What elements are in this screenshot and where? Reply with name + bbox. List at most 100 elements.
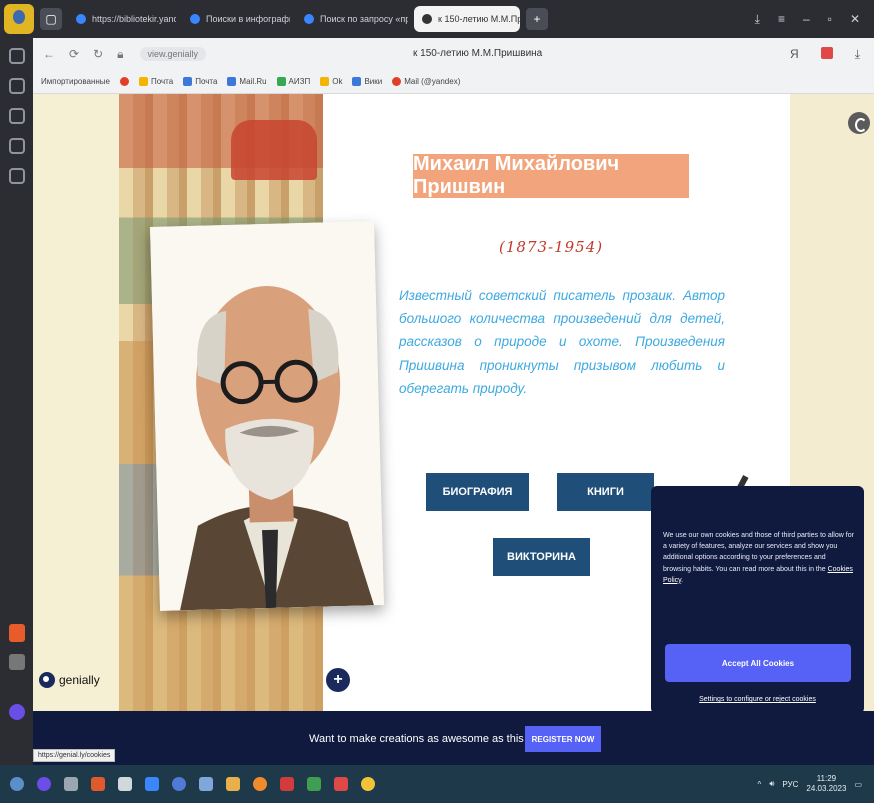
forward-icon[interactable]: ⟳	[69, 47, 79, 62]
tab-label: к 150-летию М.М.Приш	[438, 14, 520, 24]
bookmark-item[interactable]: Вики	[352, 77, 382, 86]
sidebar-icon[interactable]	[8, 108, 25, 124]
bookmark-icon	[138, 77, 148, 86]
clock[interactable]: 11:29 24.03.2023	[806, 774, 846, 795]
bookmark-icon	[119, 77, 129, 86]
bookmark-label: Почта	[150, 77, 174, 86]
bookmark-label: Почта	[195, 77, 218, 86]
tray-arrow-icon[interactable]: ^	[758, 780, 762, 789]
cookie-dialog: We use our own cookies and those of thir…	[651, 486, 864, 714]
genially-label: genially	[59, 673, 100, 687]
taskbar-app-icon[interactable]	[226, 777, 240, 791]
taskbar-app-icon[interactable]	[253, 777, 267, 791]
bookmark-label: Ok	[332, 77, 343, 86]
taskbar-app-icon[interactable]	[334, 777, 348, 791]
taskbar-app-icon[interactable]	[199, 777, 213, 791]
lock-icon: 🔒︎	[117, 46, 124, 61]
plus-icon[interactable]: +	[326, 668, 350, 692]
genially-brand[interactable]: genially	[39, 672, 100, 688]
cookie-settings-link[interactable]: Settings to configure or reject cookies	[651, 696, 864, 703]
books-button[interactable]: КНИГИ	[557, 473, 654, 511]
biography-button[interactable]: БИОГРАФИЯ	[426, 473, 529, 511]
bookmark-label: АИЗП	[288, 77, 311, 86]
bookmark-label: Mail.Ru	[239, 77, 267, 86]
bookmark-item[interactable]: АИЗП	[276, 77, 311, 86]
sidebar-app-icon[interactable]	[9, 624, 25, 642]
taskbar-app-icon[interactable]	[280, 777, 294, 791]
windows-taskbar: ^ 🔊︎ РУС 11:29 24.03.2023 ▭	[0, 765, 874, 803]
bookmark-icon	[352, 77, 362, 86]
clock-time: 11:29	[816, 773, 837, 783]
cookie-text: We use our own cookies and those of thir…	[663, 530, 855, 586]
taskbar-app-icon[interactable]	[64, 777, 78, 791]
extension-icon[interactable]	[820, 46, 833, 59]
background-collage	[231, 120, 317, 180]
taskbar-app-icon[interactable]	[37, 777, 51, 791]
register-message: Want to make creations as awesome as thi…	[309, 733, 552, 745]
bookmarks-bar: Импортированные Почта Почта Mail.Ru АИЗП…	[33, 70, 874, 94]
new-tab-icon[interactable]: +	[526, 8, 548, 30]
tab-overview-icon[interactable]: ▢	[40, 8, 62, 30]
minimize-icon[interactable]: –	[803, 12, 810, 27]
tab-favicon-icon	[304, 14, 314, 24]
yandex-logo-icon[interactable]	[4, 4, 34, 34]
taskbar-app-icon[interactable]	[118, 777, 132, 791]
close-icon[interactable]: ✕	[850, 12, 860, 27]
genially-logo-icon	[39, 672, 55, 688]
sidebar-icon[interactable]	[8, 48, 25, 64]
status-url-tooltip: https://genial.ly/cookies	[33, 749, 116, 762]
sidebar-app-icon[interactable]	[9, 654, 25, 670]
bookmark-item[interactable]: Ok	[320, 77, 342, 86]
register-bar: Want to make creations as awesome as thi…	[33, 711, 874, 765]
sidebar-icon[interactable]	[8, 138, 25, 154]
alice-icon[interactable]	[9, 704, 25, 720]
browser-sidebar	[0, 38, 33, 765]
taskbar-app-icon[interactable]	[91, 777, 105, 791]
taskbar-app-icon[interactable]	[172, 777, 186, 791]
quiz-button[interactable]: ВИКТОРИНА	[493, 538, 590, 576]
tab-favicon-icon	[76, 14, 86, 24]
maximize-icon[interactable]: ▫	[828, 12, 832, 27]
genially-options-icon[interactable]	[848, 112, 870, 134]
download-icon[interactable]: ⤓	[855, 47, 860, 62]
page-title: к 150-летию М.М.Пришвина	[413, 48, 543, 59]
tab-1[interactable]: https://bibliotekir.yandex.ru	[68, 6, 176, 32]
tab-favicon-icon	[190, 14, 200, 24]
bookmark-item[interactable]: Почта	[183, 77, 217, 86]
tab-active[interactable]: к 150-летию М.М.Приш	[414, 6, 520, 32]
bookmark-icon	[276, 77, 286, 86]
taskbar-app-icon[interactable]	[307, 777, 321, 791]
bookmark-item[interactable]	[119, 77, 129, 86]
window-controls: ⤓ ≡ – ▫ ✕	[755, 12, 860, 27]
bookmark-item[interactable]: Mail (@yandex)	[392, 77, 460, 86]
sidebar-icon[interactable]	[8, 78, 25, 94]
bookmark-item[interactable]: Импортированные	[41, 77, 110, 86]
windows-start-icon[interactable]	[10, 777, 24, 791]
translate-icon[interactable]: Я	[790, 47, 799, 62]
menu-icon[interactable]: ≡	[778, 12, 785, 27]
bookmark-label: Вики	[364, 77, 383, 86]
sidebar-icon[interactable]	[8, 168, 25, 184]
downloads-icon[interactable]: ⤓	[755, 12, 760, 27]
accept-cookies-button[interactable]: Accept All Cookies	[665, 644, 851, 682]
bookmark-icon	[183, 77, 193, 86]
bookmark-icon	[227, 77, 237, 86]
bookmark-label: Mail (@yandex)	[404, 77, 461, 86]
tab-2[interactable]: Поиски в инфографике /	[182, 6, 290, 32]
register-button[interactable]: REGISTER NOW	[525, 726, 601, 752]
taskbar-app-icon[interactable]	[361, 777, 375, 791]
bookmark-item[interactable]: Почта	[138, 77, 174, 86]
volume-icon[interactable]: 🔊︎	[769, 779, 774, 789]
tab-label: https://bibliotekir.yandex.ru	[92, 14, 176, 24]
reload-icon[interactable]: ↻	[93, 47, 103, 62]
notification-icon[interactable]: ▭	[854, 780, 862, 789]
url-field[interactable]: view.genially	[139, 47, 207, 61]
taskbar-app-icon[interactable]	[145, 777, 159, 791]
tray-lang[interactable]: РУС	[782, 780, 798, 789]
bookmark-icon	[320, 77, 330, 86]
system-tray: ^ 🔊︎ РУС 11:29 24.03.2023 ▭	[758, 774, 862, 795]
tab-3[interactable]: Поиск по запросу «прив	[296, 6, 408, 32]
bookmark-item[interactable]: Mail.Ru	[227, 77, 267, 86]
tab-favicon-icon	[422, 14, 432, 24]
back-icon[interactable]: ←	[43, 47, 55, 62]
